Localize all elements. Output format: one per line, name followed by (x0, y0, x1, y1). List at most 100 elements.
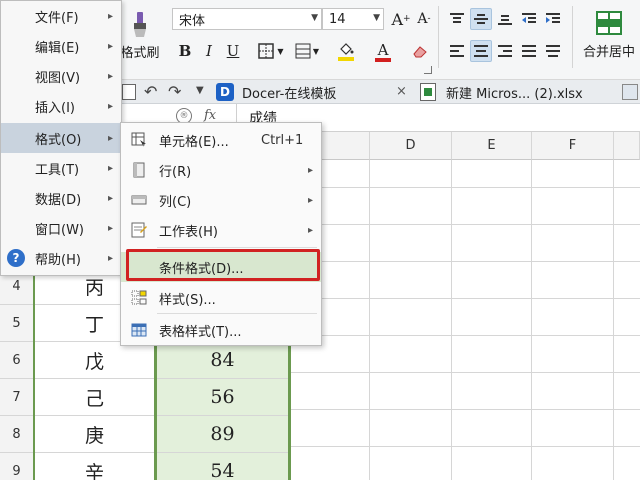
column-header-f[interactable]: F (532, 132, 614, 160)
submenu-item-cells[interactable]: 单元格(E)... Ctrl+1 (121, 125, 321, 155)
redo-button[interactable]: ↷ (168, 82, 181, 101)
grow-font-icon: A (391, 9, 403, 29)
bold-button[interactable]: B (174, 40, 196, 62)
font-dialog-launcher-icon[interactable] (424, 66, 432, 74)
menu-item-label: 插入(I) (35, 100, 75, 116)
align-top-button[interactable] (446, 8, 468, 30)
align-middle-button[interactable] (470, 8, 492, 30)
justify-button[interactable] (518, 40, 540, 62)
gridline (290, 372, 640, 373)
table-cell-name[interactable]: 戊 (34, 342, 156, 379)
font-color-swatch (375, 58, 391, 62)
next-tab-icon[interactable] (622, 84, 638, 100)
submenu-item-column[interactable]: 列(C) ▸ (121, 185, 321, 215)
gridline (290, 187, 640, 188)
merge-center-button[interactable]: 合并居中 (580, 4, 638, 66)
table-cell-name[interactable]: 庚 (34, 416, 156, 453)
table-cell-name[interactable]: 辛 (34, 453, 156, 480)
fx-button[interactable]: fx (204, 108, 216, 123)
underline-icon: U (226, 42, 240, 60)
gridline (451, 160, 452, 480)
align-center-button[interactable] (470, 40, 492, 62)
paintbrush-icon (134, 11, 146, 37)
align-right-icon (498, 45, 512, 57)
clear-format-button[interactable] (404, 40, 436, 62)
table-cell-name[interactable]: 己 (34, 379, 156, 416)
menu-item-label: 工具(T) (35, 162, 80, 178)
bold-icon: B (178, 42, 192, 60)
undo-icon: ↶ (144, 82, 158, 101)
merge-cells-button[interactable]: ▼ (292, 40, 322, 62)
align-right-button[interactable] (494, 40, 516, 62)
submenu-item-conditional-formatting[interactable]: 条件格式(D)... (121, 252, 321, 282)
italic-button[interactable]: I (198, 40, 220, 62)
menu-item-window[interactable]: 窗口(W) ▸ (1, 213, 121, 243)
column-header-g[interactable] (614, 132, 640, 160)
align-middle-icon (474, 14, 488, 24)
row-number: 5 (12, 315, 21, 331)
column-label: E (487, 138, 496, 153)
row-header-8[interactable]: 8 (0, 416, 34, 453)
customize-dropdown-icon[interactable]: ▼ (196, 85, 204, 96)
menu-item-insert[interactable]: 插入(I) ▸ (1, 91, 121, 121)
column-header-d[interactable]: D (370, 132, 452, 160)
menu-item-tools[interactable]: 工具(T) ▸ (1, 153, 121, 183)
menu-item-data[interactable]: 数据(D) ▸ (1, 183, 121, 213)
menu-item-label: 视图(V) (35, 70, 81, 86)
shrink-font-button[interactable]: A- (413, 8, 435, 30)
submenu-item-label: 表格样式(T)... (159, 324, 242, 340)
submenu-item-label: 行(R) (159, 164, 192, 180)
submenu-item-style[interactable]: 样式(S)... (121, 283, 321, 313)
shrink-font-icon: A (417, 11, 428, 27)
submenu-item-row[interactable]: 行(R) ▸ (121, 155, 321, 185)
column-icon (131, 195, 147, 205)
underline-button[interactable]: U (222, 40, 244, 62)
row-header-7[interactable]: 7 (0, 379, 34, 416)
row-header-9[interactable]: 9 (0, 453, 34, 480)
menu-separator (157, 313, 317, 314)
gridline (369, 160, 370, 480)
column-header-e[interactable]: E (452, 132, 532, 160)
main-menu: 文件(F) ▸ 编辑(E) ▸ 视图(V) ▸ 插入(I) ▸ 格式(O) ▸ 工具(T)… (0, 0, 122, 276)
submenu-item-sheet[interactable]: 工作表(H) ▸ (121, 215, 321, 245)
tab-docer-templates[interactable]: D Docer-在线模板 × (216, 80, 414, 104)
menu-item-help[interactable]: ? 帮助(H) ▸ (1, 243, 121, 273)
merge-cells-icon (295, 43, 311, 59)
menu-item-edit[interactable]: 编辑(E) ▸ (1, 31, 121, 61)
font-size-combo[interactable]: 14 ▼ (322, 8, 384, 30)
align-left-button[interactable] (446, 40, 468, 62)
chevron-right-icon: ▸ (107, 192, 113, 204)
font-color-button[interactable]: A (366, 40, 400, 64)
align-bottom-button[interactable] (494, 8, 516, 30)
grow-arrow-icon: + (403, 14, 411, 24)
fill-color-button[interactable] (328, 40, 364, 64)
submenu-item-label: 工作表(H) (159, 224, 218, 240)
font-size-value: 14 (329, 11, 346, 27)
question-circle-icon: ? (7, 249, 25, 267)
fill-color-swatch (338, 57, 354, 61)
font-name-combo[interactable]: 宋体 ▼ (172, 8, 322, 30)
format-painter-button[interactable]: 格式刷 (118, 2, 162, 68)
print-preview-icon[interactable] (122, 84, 136, 100)
menu-item-label: 文件(F) (35, 10, 79, 26)
submenu-item-table-style[interactable]: 表格样式(T)... (121, 315, 321, 345)
submenu-item-label: 单元格(E)... (159, 134, 229, 150)
decrease-indent-button[interactable] (518, 8, 540, 30)
chevron-down-icon: ▼ (277, 46, 284, 56)
align-bottom-icon (498, 15, 512, 25)
menu-item-file[interactable]: 文件(F) ▸ (1, 1, 121, 31)
fx-label: fx (204, 108, 217, 123)
grow-font-button[interactable]: A + (390, 8, 412, 30)
row-header-6[interactable]: 6 (0, 342, 34, 379)
increase-indent-button[interactable] (542, 8, 564, 30)
close-icon[interactable]: × (396, 84, 407, 99)
menu-item-view[interactable]: 视图(V) ▸ (1, 61, 121, 91)
row-header-5[interactable]: 5 (0, 305, 34, 342)
borders-button[interactable]: ▼ (252, 40, 290, 62)
menu-item-format[interactable]: 格式(O) ▸ (1, 123, 121, 153)
undo-button[interactable]: ↶ (144, 82, 157, 101)
distributed-button[interactable] (542, 40, 564, 62)
shrink-arrow-icon: - (427, 14, 431, 24)
tab-workbook[interactable]: 新建 Micros... (2).xlsx (420, 80, 620, 104)
align-top-icon (450, 13, 464, 23)
